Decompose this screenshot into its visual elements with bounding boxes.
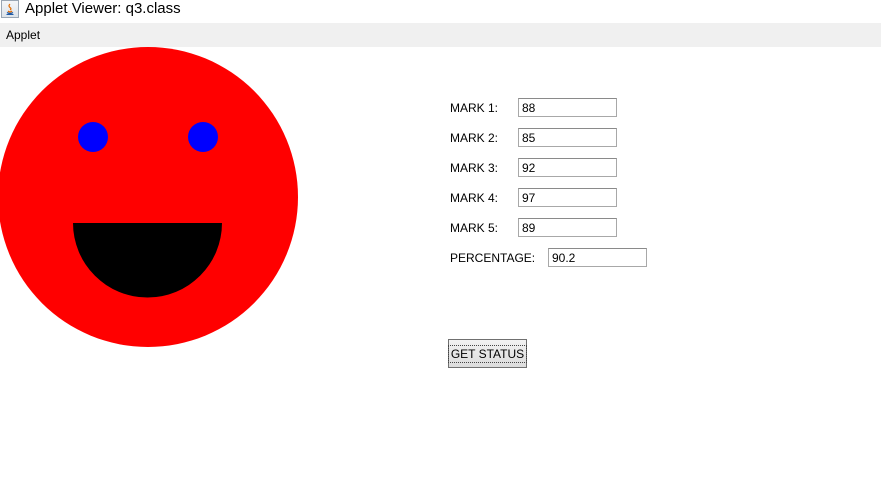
title-bar: Applet Viewer: q3.class [0,0,881,23]
java-icon [1,0,19,18]
mark-3-field[interactable] [518,158,617,177]
mark-5-label: MARK 5: [450,221,499,235]
mark-2-label: MARK 2: [450,131,499,145]
mark-4-label: MARK 4: [450,191,499,205]
get-status-button[interactable]: GET STATUS [447,339,528,368]
percentage-field[interactable] [548,248,647,267]
mark-2-field[interactable] [518,128,617,147]
smiley-face [0,47,298,347]
mark-4-field[interactable] [518,188,617,207]
mark-1-label: MARK 1: [450,101,499,115]
applet-area: MARK 1: MARK 2: MARK 3: MARK 4: MARK 5: … [0,47,881,503]
face-circle [0,47,298,347]
percentage-label: PERCENTAGE: [450,251,536,265]
mark-3-label: MARK 3: [450,161,499,175]
right-eye [188,122,218,152]
left-eye [78,122,108,152]
get-status-label: GET STATUS [447,344,528,363]
menu-bar: Applet [0,23,881,47]
mark-1-field[interactable] [518,98,617,117]
mark-5-field[interactable] [518,218,617,237]
menu-item-applet[interactable]: Applet [6,28,40,42]
window-title: Applet Viewer: q3.class [25,0,181,17]
